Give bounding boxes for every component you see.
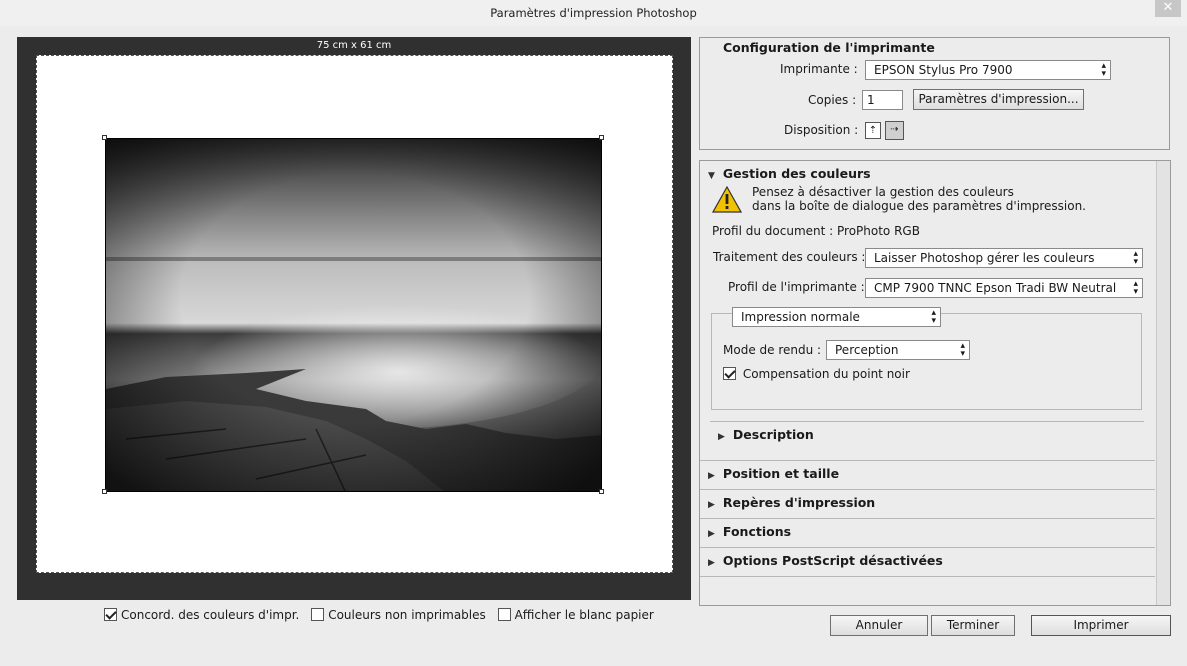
warning-icon bbox=[711, 185, 743, 213]
portrait-layout-icon[interactable]: ⇡ bbox=[865, 122, 881, 139]
divider bbox=[710, 421, 1144, 422]
black-point-label: Compensation du point noir bbox=[742, 367, 910, 381]
updown-arrows-icon: ▴ ▾ bbox=[960, 341, 965, 359]
postscript-heading: Options PostScript désactivées bbox=[722, 553, 943, 568]
collapsed-triangle-icon: ▶ bbox=[708, 529, 715, 539]
description-heading: Description bbox=[732, 427, 814, 442]
collapsed-triangle-icon: ▶ bbox=[708, 471, 715, 481]
color-management-heading: Gestion des couleurs bbox=[722, 166, 871, 181]
match-print-colors-checkbox[interactable] bbox=[104, 608, 117, 621]
print-mode-value: Impression normale bbox=[741, 310, 860, 324]
paper-size-label: 75 cm x 61 cm bbox=[316, 40, 392, 51]
color-management-section[interactable]: ▼ Gestion des couleurs bbox=[708, 166, 871, 181]
seascape-photo bbox=[106, 139, 601, 491]
resize-handle[interactable] bbox=[599, 135, 604, 140]
resize-handle[interactable] bbox=[102, 489, 107, 494]
updown-arrows-icon: ▴ ▾ bbox=[1133, 249, 1138, 267]
updown-arrows-icon: ▴ ▾ bbox=[1133, 279, 1138, 297]
preview-options: Concord. des couleurs d'impr. Couleurs n… bbox=[104, 608, 662, 622]
color-handling-label: Traitement des couleurs : bbox=[713, 250, 866, 264]
divider bbox=[700, 576, 1155, 577]
postscript-section[interactable]: ▶ Options PostScript désactivées bbox=[708, 553, 943, 568]
expanded-triangle-icon: ▼ bbox=[708, 171, 715, 181]
rendering-intent-label: Mode de rendu : bbox=[723, 343, 822, 357]
show-paper-white-label: Afficher le blanc papier bbox=[514, 608, 654, 622]
printer-select[interactable]: EPSON Stylus Pro 7900 ▴ ▾ bbox=[865, 60, 1111, 80]
print-marks-heading: Repères d'impression bbox=[722, 495, 876, 510]
document-profile-text: Profil du document : ProPhoto RGB bbox=[712, 224, 920, 238]
copies-label: Copies : bbox=[808, 93, 857, 107]
print-button[interactable]: Imprimer bbox=[1031, 615, 1171, 636]
position-size-heading: Position et taille bbox=[722, 466, 840, 481]
title-bar: Paramètres d'impression Photoshop ✕ bbox=[0, 0, 1187, 26]
landscape-layout-icon[interactable]: ⇢ bbox=[885, 121, 904, 140]
black-point-checkbox[interactable] bbox=[723, 367, 736, 380]
printer-setup-panel: Configuration de l'imprimante Imprimante… bbox=[699, 37, 1170, 150]
collapsed-triangle-icon: ▶ bbox=[708, 558, 715, 568]
resize-handle[interactable] bbox=[599, 489, 604, 494]
copies-input[interactable]: 1 bbox=[862, 90, 903, 110]
vertical-scrollbar[interactable] bbox=[1156, 161, 1170, 605]
resize-handle[interactable] bbox=[102, 135, 107, 140]
print-mode-group bbox=[711, 313, 1142, 410]
updown-arrows-icon: ▴ ▾ bbox=[931, 308, 936, 326]
done-button[interactable]: Terminer bbox=[931, 615, 1015, 636]
collapsed-triangle-icon: ▶ bbox=[718, 432, 725, 442]
close-icon[interactable]: ✕ bbox=[1155, 0, 1181, 17]
preview-image[interactable] bbox=[105, 138, 602, 492]
window-title: Paramètres d'impression Photoshop bbox=[490, 6, 697, 20]
black-point-row: Compensation du point noir bbox=[723, 367, 910, 381]
gamut-warning-label: Couleurs non imprimables bbox=[328, 608, 486, 622]
updown-arrows-icon: ▴ ▾ bbox=[1101, 61, 1106, 79]
functions-section[interactable]: ▶ Fonctions bbox=[708, 524, 791, 539]
settings-scroll-panel: ▼ Gestion des couleurs Pensez à désactive… bbox=[699, 160, 1171, 606]
show-paper-white-checkbox[interactable] bbox=[497, 608, 511, 621]
rendering-intent-value: Perception bbox=[835, 343, 899, 357]
warning-line2: dans la boîte de dialogue des paramètres… bbox=[752, 199, 1086, 213]
functions-heading: Fonctions bbox=[722, 524, 792, 539]
collapsed-triangle-icon: ▶ bbox=[708, 500, 715, 510]
print-mode-select[interactable]: Impression normale ▴ ▾ bbox=[732, 307, 941, 327]
warning-line1: Pensez à désactiver la gestion des coule… bbox=[752, 185, 1014, 199]
cancel-button[interactable]: Annuler bbox=[830, 615, 928, 636]
divider bbox=[700, 547, 1155, 548]
printer-select-value: EPSON Stylus Pro 7900 bbox=[874, 63, 1013, 77]
match-print-colors-label: Concord. des couleurs d'impr. bbox=[121, 608, 300, 622]
print-settings-button[interactable]: Paramètres d'impression... bbox=[913, 89, 1084, 110]
printer-profile-label: Profil de l'imprimante : bbox=[728, 280, 865, 294]
divider bbox=[700, 489, 1155, 490]
color-handling-value: Laisser Photoshop gérer les couleurs bbox=[874, 251, 1095, 265]
printer-profile-value: CMP 7900 TNNC Epson Tradi BW Neutral bbox=[874, 281, 1117, 295]
print-marks-section[interactable]: ▶ Repères d'impression bbox=[708, 495, 875, 510]
color-handling-select[interactable]: Laisser Photoshop gérer les couleurs ▴ ▾ bbox=[865, 248, 1143, 268]
printer-profile-select[interactable]: CMP 7900 TNNC Epson Tradi BW Neutral ▴ ▾ bbox=[865, 278, 1143, 298]
position-size-section[interactable]: ▶ Position et taille bbox=[708, 466, 839, 481]
warning-row bbox=[711, 185, 743, 216]
description-section[interactable]: ▶ Description bbox=[718, 427, 814, 442]
gamut-warning-checkbox[interactable] bbox=[311, 608, 325, 621]
divider bbox=[700, 518, 1155, 519]
divider bbox=[700, 460, 1155, 461]
printer-setup-heading: Configuration de l'imprimante bbox=[723, 40, 935, 55]
layout-label: Disposition : bbox=[784, 123, 859, 137]
print-preview: 75 cm x 61 cm bbox=[17, 37, 691, 600]
printer-label: Imprimante : bbox=[780, 62, 858, 76]
paper-area bbox=[36, 55, 673, 573]
rendering-intent-select[interactable]: Perception ▴ ▾ bbox=[826, 340, 970, 360]
